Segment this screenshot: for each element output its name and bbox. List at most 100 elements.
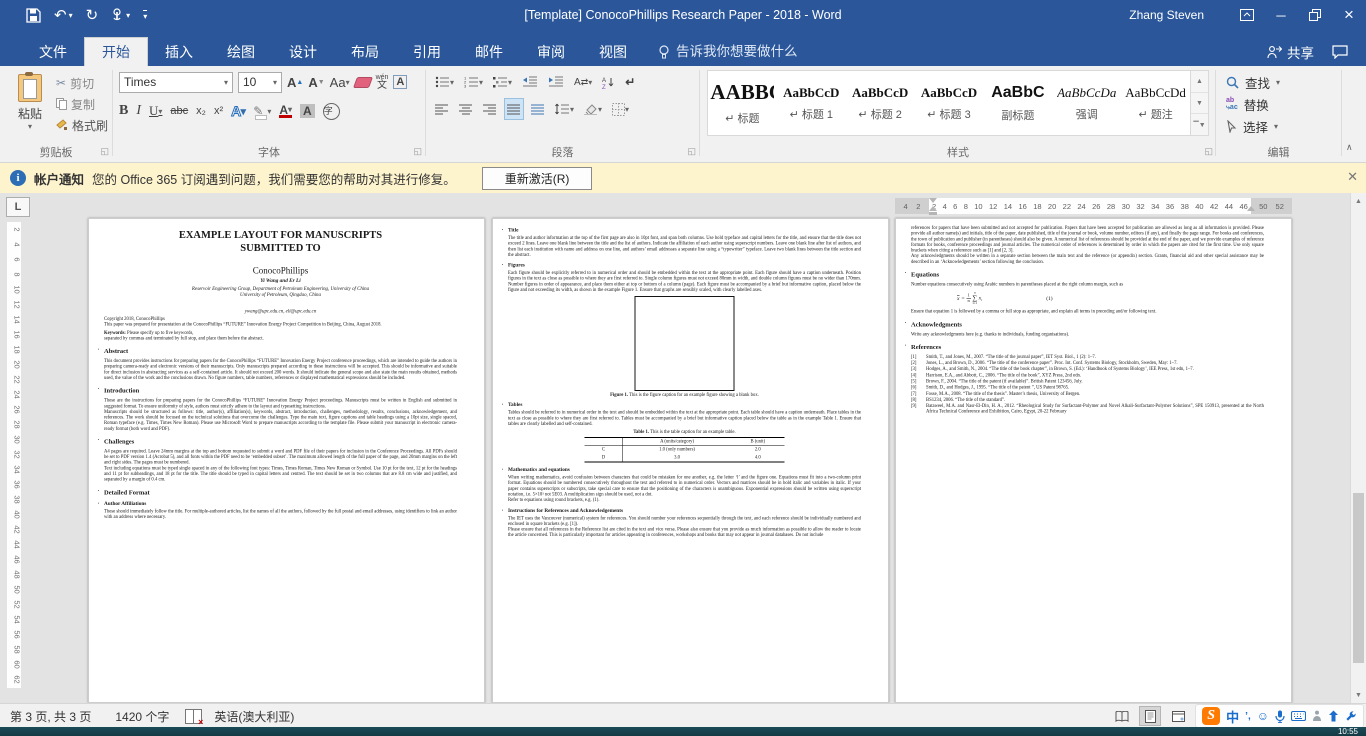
text-effects-button[interactable]: A▾	[231, 103, 245, 119]
line-spacing-button[interactable]: ▾	[552, 98, 577, 120]
bullets-button[interactable]: ▾	[432, 71, 457, 93]
shrink-font-button[interactable]: A▼	[308, 75, 324, 90]
paragraph-dialog-launcher[interactable]	[684, 147, 696, 158]
tab-file[interactable]: 文件	[22, 38, 84, 66]
align-right-button[interactable]	[480, 98, 500, 120]
shading-button[interactable]: ▾	[581, 98, 605, 120]
tab-references[interactable]: 引用	[396, 38, 458, 66]
hanging-indent-marker[interactable]	[929, 206, 937, 211]
redo-icon[interactable]: ↻	[86, 6, 99, 24]
align-left-button[interactable]	[432, 98, 452, 120]
styles-scroll-down-icon[interactable]: ▼	[1191, 93, 1208, 115]
comment-icon[interactable]	[1332, 38, 1348, 66]
font-size-combo[interactable]: 10▾	[238, 72, 282, 93]
ribbon-display-options-icon[interactable]	[1230, 0, 1264, 30]
notification-close-icon[interactable]: ✕	[1347, 169, 1358, 185]
enclose-characters-button[interactable]: 字	[323, 103, 340, 120]
tab-stop-selector[interactable]: L	[6, 197, 30, 217]
print-layout-icon[interactable]	[1139, 706, 1161, 726]
right-indent-marker[interactable]	[1247, 206, 1255, 211]
strikethrough-button[interactable]: abc	[170, 105, 188, 117]
font-color-button[interactable]: A▾	[279, 105, 292, 118]
styles-scroll-up-icon[interactable]: ▲	[1191, 71, 1208, 93]
decrease-indent-button[interactable]	[519, 71, 541, 93]
font-name-combo[interactable]: Times▾	[119, 72, 233, 93]
tab-insert[interactable]: 插入	[148, 38, 210, 66]
font-dialog-launcher[interactable]	[410, 147, 422, 158]
cut-button[interactable]: ✂ 剪切	[56, 74, 94, 92]
read-mode-icon[interactable]	[1111, 706, 1133, 726]
undo-icon[interactable]: ↶▾	[54, 6, 73, 24]
scroll-up-icon[interactable]: ▲	[1351, 193, 1366, 209]
tab-layout[interactable]: 布局	[334, 38, 396, 66]
format-painter-button[interactable]: 格式刷	[56, 116, 108, 134]
change-case-button[interactable]: Aa▾	[330, 75, 350, 90]
justify-button[interactable]	[504, 98, 524, 120]
style-item-2[interactable]: AaBbCcD↵ 标题 2	[846, 71, 915, 135]
style-item-6[interactable]: AaBbCcDd↵ 题注	[1121, 71, 1190, 135]
tab-review[interactable]: 审阅	[520, 38, 582, 66]
paste-dropdown-arrow[interactable]: ▾	[8, 122, 52, 131]
scroll-down-icon[interactable]: ▼	[1351, 687, 1366, 703]
replace-button[interactable]: ab⤷ac 替换	[1226, 94, 1269, 114]
reactivate-button[interactable]: 重新激活(R)	[482, 167, 593, 190]
vertical-scrollbar[interactable]: ▲ ▼	[1350, 193, 1366, 703]
underline-button[interactable]: U▾	[149, 103, 162, 119]
close-button[interactable]: ×	[1332, 0, 1366, 30]
asian-layout-button[interactable]: A⇄▾	[571, 71, 595, 93]
tab-mailings[interactable]: 邮件	[458, 38, 520, 66]
share-button[interactable]: 共享	[1267, 38, 1314, 66]
select-button[interactable]: 选择▾	[1226, 116, 1278, 136]
increase-indent-button[interactable]	[545, 71, 567, 93]
style-item-0[interactable]: AABBC↵ 标题	[708, 71, 777, 135]
distribute-button[interactable]	[528, 98, 548, 120]
windows-taskbar-edge[interactable]: 10:55	[0, 727, 1366, 736]
phonetic-guide-button[interactable]: wén文	[376, 74, 389, 91]
minimize-button[interactable]: ─	[1264, 0, 1298, 30]
numbering-button[interactable]: 123▾	[461, 71, 486, 93]
paste-button[interactable]: 粘贴 ▾	[8, 72, 52, 144]
style-item-3[interactable]: AaBbCcD↵ 标题 3	[915, 71, 984, 135]
character-border-button[interactable]: A	[393, 75, 407, 89]
left-indent-marker[interactable]	[929, 212, 937, 215]
vertical-ruler[interactable]: 2468101214161820222426283032343638404244…	[7, 222, 21, 688]
show-hide-marks-button[interactable]: ↵	[622, 71, 638, 93]
sort-button[interactable]: AZ	[599, 71, 618, 93]
subscript-button[interactable]: x₂	[196, 105, 206, 117]
upload-arrow-icon[interactable]	[1328, 710, 1339, 722]
italic-button[interactable]: I	[136, 103, 141, 119]
style-item-5[interactable]: AaBbCcDa强调	[1052, 71, 1121, 135]
customize-qat-icon[interactable]: ▾	[143, 10, 147, 21]
grow-font-button[interactable]: A▲	[287, 75, 303, 90]
tab-design[interactable]: 设计	[272, 38, 334, 66]
align-center-button[interactable]	[456, 98, 476, 120]
tab-draw[interactable]: 绘图	[210, 38, 272, 66]
ime-language-toggle[interactable]: 中	[1226, 707, 1239, 726]
tab-view[interactable]: 视图	[582, 38, 644, 66]
proofing-status-icon[interactable]	[185, 709, 202, 724]
handwriting-icon[interactable]	[1312, 710, 1322, 722]
character-shading-button[interactable]: A	[300, 104, 315, 118]
horizontal-ruler[interactable]: 42 2468101214161820222426283032343638404…	[895, 198, 1292, 214]
sogou-logo[interactable]: S	[1202, 707, 1220, 725]
document-page-3[interactable]: references for papers that have been sub…	[895, 218, 1292, 703]
bold-button[interactable]: B	[119, 103, 128, 119]
document-page-2[interactable]: TitleThe title and author information at…	[492, 218, 889, 703]
account-user-name[interactable]: Zhang Steven	[1129, 8, 1204, 22]
collapse-ribbon-icon[interactable]: ∧	[1346, 142, 1353, 153]
keyboard-icon[interactable]	[1291, 711, 1306, 721]
borders-button[interactable]: ▾	[609, 98, 632, 120]
save-icon[interactable]	[26, 8, 41, 23]
page-indicator[interactable]: 第 3 页, 共 3 页	[10, 708, 91, 725]
scrollbar-thumb[interactable]	[1353, 493, 1364, 663]
superscript-button[interactable]: x²	[214, 105, 223, 117]
styles-dialog-launcher[interactable]	[1201, 147, 1213, 158]
highlight-button[interactable]: ✎▾	[253, 103, 271, 120]
style-item-1[interactable]: AaBbCcD↵ 标题 1	[777, 71, 846, 135]
microphone-icon[interactable]	[1275, 710, 1285, 723]
language-indicator[interactable]: 英语(澳大利亚)	[214, 708, 294, 725]
clipboard-dialog-launcher[interactable]	[97, 147, 109, 158]
multilevel-list-button[interactable]: ▾	[490, 71, 515, 93]
tell-me-box[interactable]: 告诉我你想要做什么	[658, 38, 798, 66]
toolbox-wrench-icon[interactable]	[1345, 710, 1357, 722]
